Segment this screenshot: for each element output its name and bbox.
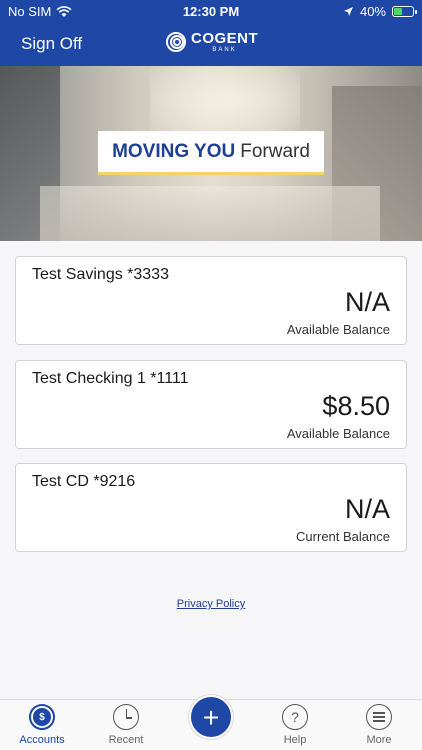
account-name: Test CD *9216 xyxy=(32,473,136,490)
tab-accounts-label: Accounts xyxy=(19,734,65,746)
status-bar: No SIM 12:30 PM 40% xyxy=(0,0,422,22)
account-balance: N/A xyxy=(344,494,390,524)
banner-strong-text: MOVING YOU xyxy=(112,140,236,162)
clock-icon xyxy=(113,704,139,730)
account-balance: N/A xyxy=(344,287,390,317)
tab-recent-label: Recent xyxy=(108,734,144,746)
cogent-bank-logo: COGENT BANK xyxy=(166,31,258,53)
account-card-cd[interactable]: Test CD *9216 N/A Current Balance xyxy=(15,463,407,552)
privacy-policy-link[interactable]: Privacy Policy xyxy=(0,598,422,610)
add-button[interactable]: + xyxy=(189,695,233,739)
battery-percent: 40% xyxy=(359,4,386,19)
battery-icon xyxy=(392,6,417,17)
help-icon: ? xyxy=(282,704,308,730)
tab-help[interactable]: ? Help xyxy=(253,704,337,746)
account-card-checking[interactable]: Test Checking 1 *1111 $8.50 Available Ba… xyxy=(15,360,407,449)
tab-more-label: More xyxy=(366,734,392,746)
balance-label: Available Balance xyxy=(286,426,390,441)
account-card-savings[interactable]: Test Savings *3333 N/A Available Balance xyxy=(15,256,407,345)
tab-recent[interactable]: Recent xyxy=(84,704,168,746)
account-name: Test Savings *3333 xyxy=(32,266,169,283)
location-arrow-icon xyxy=(343,7,353,16)
balance-label: Available Balance xyxy=(286,322,390,337)
account-balance: $8.50 xyxy=(322,391,390,421)
balance-label: Current Balance xyxy=(296,529,390,544)
top-bar: No SIM 12:30 PM 40% Sign Off COGENT BANK xyxy=(0,0,422,66)
menu-icon xyxy=(366,704,392,730)
logo-rings-icon xyxy=(166,31,188,53)
accounts-icon: $ xyxy=(29,704,55,730)
account-name: Test Checking 1 *1111 xyxy=(32,370,189,387)
logo-sub: BANK xyxy=(212,47,237,53)
tab-help-label: Help xyxy=(283,734,307,746)
tab-more[interactable]: More xyxy=(337,704,421,746)
status-right: 40% xyxy=(343,4,417,19)
sign-off-button[interactable]: Sign Off xyxy=(21,34,82,54)
navigation-bar: Sign Off COGENT BANK xyxy=(0,24,422,64)
tab-accounts[interactable]: $ Accounts xyxy=(0,704,84,746)
logo-name: COGENT xyxy=(191,30,259,47)
promo-banner: MOVING YOU Forward xyxy=(98,131,324,175)
help-icon-glyph: ? xyxy=(291,709,299,725)
banner-light-text: Forward xyxy=(240,140,310,162)
hero-banner-image: MOVING YOU Forward xyxy=(0,66,422,241)
